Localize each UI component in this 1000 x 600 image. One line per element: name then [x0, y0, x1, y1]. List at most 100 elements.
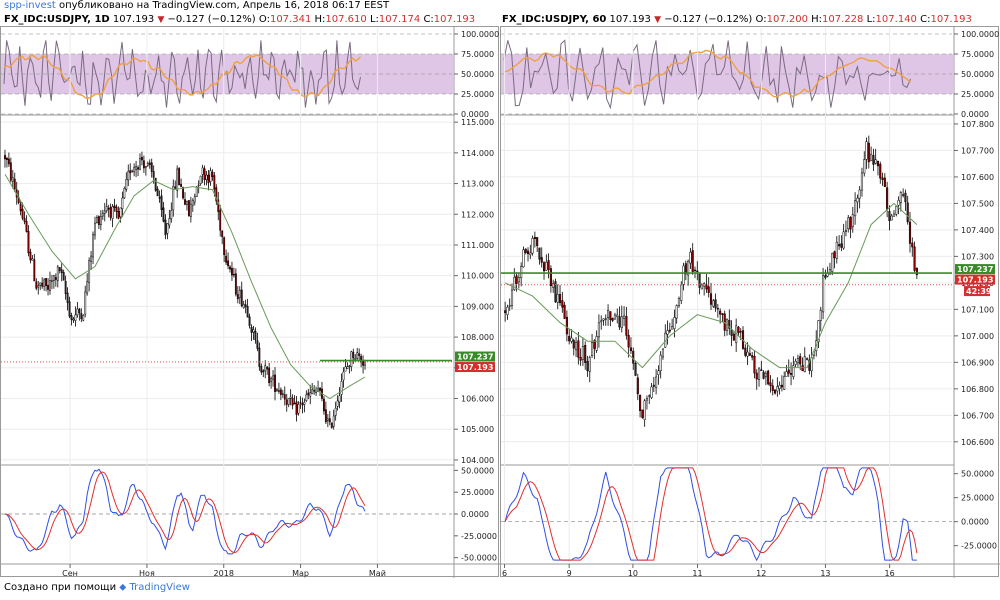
rsi-tick-label: 75.0000: [961, 50, 994, 59]
candle-body: [593, 340, 596, 349]
candle-body: [867, 142, 870, 163]
time-tick-label: 9: [567, 569, 572, 578]
candle-body: [211, 171, 214, 177]
candle-body: [27, 230, 30, 254]
candle-body: [176, 168, 179, 191]
left-close: 107.193: [433, 14, 476, 25]
moving-average-line: [4, 174, 366, 400]
candle-body: [883, 177, 886, 188]
candle-body: [244, 304, 247, 307]
candle-body: [778, 384, 781, 389]
candle-body: [127, 171, 130, 181]
candle-body: [289, 396, 292, 399]
candle-body: [652, 384, 655, 387]
right-chart-panel[interactable]: 100.000075.000050.000025.00000.0000107.8…: [500, 26, 1000, 578]
candle-body: [602, 318, 605, 321]
rsi-tick-label: 75.0000: [461, 50, 494, 59]
right-high: 107.228: [822, 14, 864, 25]
candle-body: [753, 355, 756, 374]
candle-body: [135, 166, 138, 170]
candle-body: [58, 267, 61, 271]
candle-body: [119, 207, 122, 218]
candle-body: [840, 243, 843, 248]
candle-body: [29, 251, 32, 261]
left-chart-panel[interactable]: 100.0000 75.0000 50.0000 25.0000 0.0000 115.0…: [0, 26, 500, 578]
candle-body: [849, 217, 852, 230]
panel-border: [500, 26, 999, 577]
candle-body: [56, 266, 59, 281]
price-tick-label: 109.000: [461, 302, 494, 311]
candle-body: [364, 360, 366, 366]
candle-body: [627, 335, 630, 348]
candle-body: [680, 284, 683, 301]
rsi-tick-label: 100.0000: [461, 30, 499, 39]
candle-body: [540, 257, 543, 263]
candle-body: [303, 401, 306, 405]
candle-body: [62, 272, 65, 281]
candle-body: [504, 310, 507, 314]
candle-body: [305, 394, 308, 401]
candle-body: [874, 159, 877, 164]
rsi-tick-label: 0.0000: [961, 110, 989, 119]
footer-brand[interactable]: TradingView: [129, 582, 189, 593]
candle-body: [231, 268, 233, 276]
candle-body: [133, 167, 136, 173]
candle-body: [906, 202, 909, 223]
candle-body: [9, 162, 12, 181]
candle-body: [191, 199, 194, 206]
price-tick-label: 113.000: [461, 180, 494, 189]
candle-body: [129, 170, 132, 174]
candle-body: [41, 282, 44, 287]
candle-body: [322, 398, 325, 412]
price-tick-label: 107.400: [961, 226, 994, 235]
candle-body: [356, 352, 359, 359]
candle-body: [538, 247, 541, 260]
tradingview-logo-icon[interactable]: ⬥: [119, 582, 126, 593]
candle-body: [824, 275, 827, 278]
rsi-tick-label: 25.0000: [461, 90, 494, 99]
candle-body: [762, 371, 765, 379]
candle-body: [72, 318, 75, 321]
price-tick-label: 107.100: [961, 305, 994, 314]
author-name[interactable]: spp-invest: [4, 0, 56, 11]
candle-body: [97, 216, 100, 225]
candle-body: [760, 369, 763, 371]
candle-body: [268, 367, 271, 383]
candle-body: [229, 266, 231, 270]
candle-body: [691, 250, 694, 272]
candle-body: [348, 365, 351, 367]
candle-body: [258, 347, 261, 367]
candle-body: [342, 371, 345, 381]
candle-body: [510, 289, 514, 306]
right-symbol: FX_IDC:USDJPY, 60: [502, 14, 607, 25]
candle-body: [657, 370, 660, 375]
signal-line: [4, 471, 366, 554]
candle-body: [689, 251, 692, 264]
candle-body: [13, 178, 16, 190]
candle-body: [844, 230, 848, 232]
candle-body: [568, 336, 571, 342]
candle-body: [577, 340, 580, 358]
candle-body: [767, 370, 770, 385]
candle-body: [88, 260, 91, 284]
candle-body: [166, 223, 169, 234]
candle-body: [187, 200, 190, 216]
candle-body: [186, 200, 188, 205]
candle-body: [164, 219, 167, 236]
price-tick-label: 106.000: [461, 395, 494, 404]
candle-body: [858, 189, 861, 199]
candle-body: [7, 158, 10, 165]
candle-body: [139, 158, 141, 170]
candle-body: [721, 313, 724, 315]
candle-body: [755, 372, 758, 380]
candle-body: [213, 175, 216, 190]
candle-body: [113, 205, 116, 208]
candle-body: [234, 273, 237, 295]
candle-body: [648, 395, 651, 397]
candle-body: [561, 300, 564, 308]
down-triangle-icon: ▼: [157, 15, 165, 25]
candle-body: [682, 265, 685, 285]
price-tick-label: 107.500: [961, 199, 994, 208]
candle-body: [911, 242, 914, 248]
candle-body: [195, 186, 198, 197]
